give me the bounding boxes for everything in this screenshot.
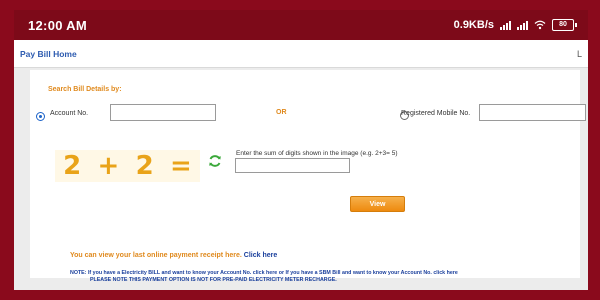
view-button[interactable]: View xyxy=(350,196,405,212)
refresh-icon[interactable] xyxy=(208,154,222,168)
note-part-2: or If you have a SBM Bill and want to kn… xyxy=(278,270,446,276)
status-indicators: 0.9KB/s 80 xyxy=(453,19,577,31)
signal-icon-2 xyxy=(517,20,528,30)
receipt-text: You can view your last online payment re… xyxy=(70,252,242,259)
pay-bill-form: Search Bill Details by: Account No. OR R… xyxy=(30,70,586,283)
status-time: 12:00 AM xyxy=(28,17,87,33)
account-label: Account No. xyxy=(50,110,89,117)
note-line-1: NOTE: If you have a Electricity BILL and… xyxy=(70,270,550,277)
mobile-label: Registered Mobile No. xyxy=(401,110,471,117)
receipt-message: You can view your last online payment re… xyxy=(70,252,277,259)
header-edge-text: L xyxy=(576,48,582,59)
captcha-digit-2: 2 xyxy=(135,151,154,181)
account-radio[interactable] xyxy=(36,112,45,121)
battery-icon: 80 xyxy=(552,19,577,31)
status-bar: 12:00 AM 0.9KB/s 80 xyxy=(14,10,588,40)
phone-screen: 12:00 AM 0.9KB/s 80 Pay Bill Home L Sear… xyxy=(14,10,588,290)
account-input[interactable] xyxy=(110,104,216,121)
network-speed: 0.9KB/s xyxy=(453,19,494,31)
note-part-1: NOTE: If you have a Electricity BILL and… xyxy=(70,270,265,276)
captcha-hint: Enter the sum of digits shown in the ima… xyxy=(236,150,398,157)
receipt-link[interactable]: Click here xyxy=(244,252,277,259)
search-label: Search Bill Details by: xyxy=(48,86,122,93)
captcha-equals: = xyxy=(170,151,192,181)
note-line-2: PLEASE NOTE THIS PAYMENT OPTION IS NOT F… xyxy=(90,277,337,283)
captcha-answer-input[interactable] xyxy=(235,158,350,173)
note-text: NOTE: If you have a Electricity BILL and… xyxy=(70,270,550,284)
app-header: Pay Bill Home L xyxy=(14,40,588,68)
or-label: OR xyxy=(276,109,287,116)
captcha-digit-1: 2 xyxy=(63,151,82,181)
note-here-link-2[interactable]: here xyxy=(447,270,458,276)
note-here-link-1[interactable]: here xyxy=(266,270,277,276)
wifi-icon xyxy=(534,20,546,30)
signal-icon xyxy=(500,20,511,30)
mobile-input[interactable] xyxy=(479,104,586,121)
captcha-plus: + xyxy=(97,151,120,181)
page-title[interactable]: Pay Bill Home xyxy=(20,49,77,59)
captcha-image: 2 + 2 = xyxy=(55,150,200,182)
